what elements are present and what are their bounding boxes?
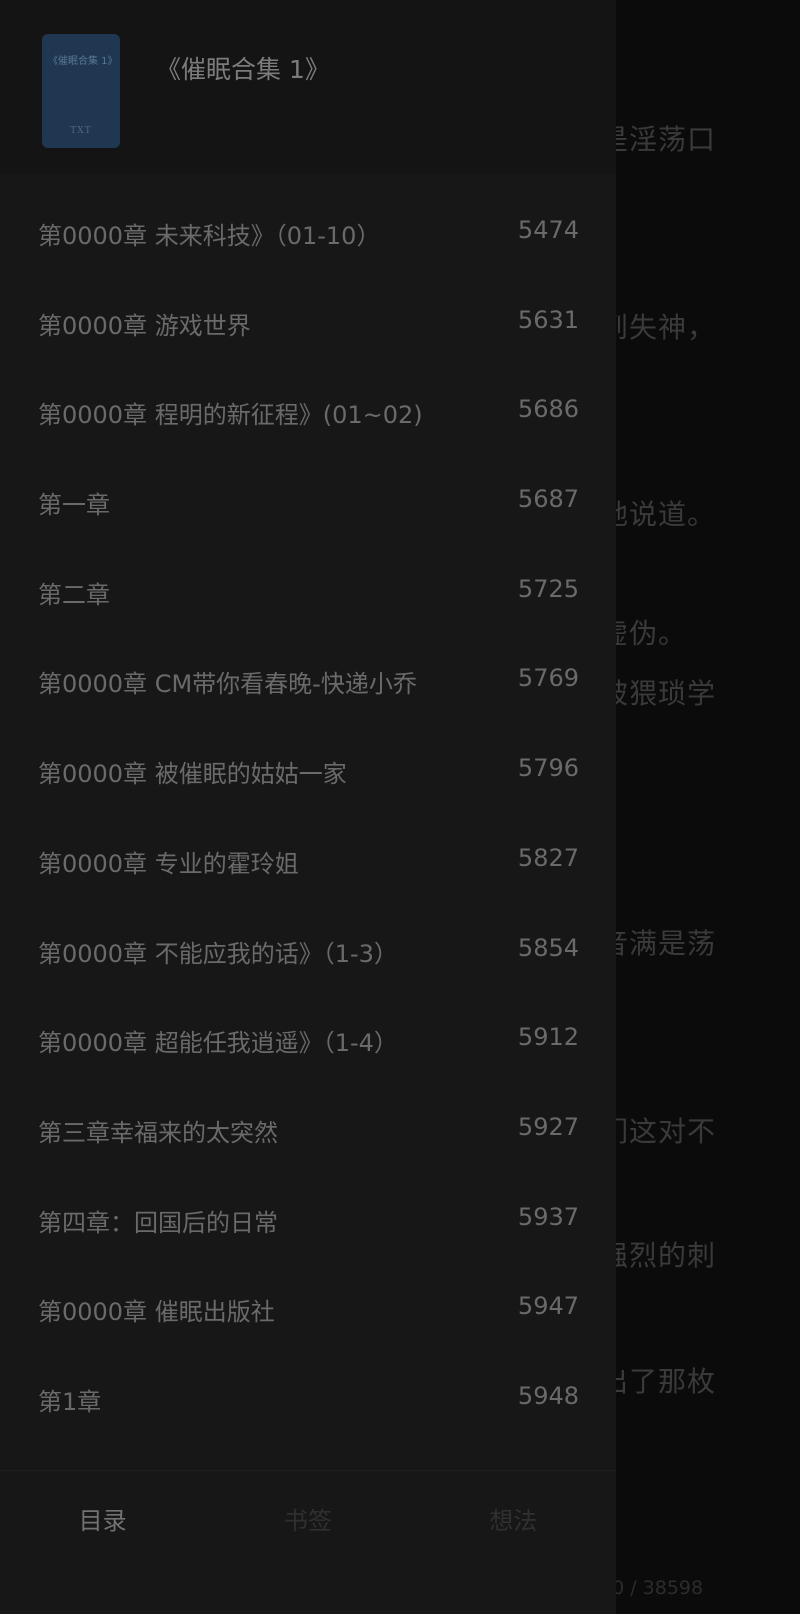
chapter-page-number: 5686 (517, 395, 579, 424)
reader-text-line: 地说道。 (600, 498, 717, 531)
chapter-title: 第二章 (38, 580, 110, 609)
tab-contents[interactable]: 目录 (0, 1471, 205, 1614)
chapter-title: 第一章 (38, 491, 110, 520)
chapter-title: 第1章 (38, 1387, 102, 1416)
chapter-page-number: 5796 (517, 754, 579, 783)
chapter-title: 第0000章 不能应我的话》（1-3） (38, 939, 398, 968)
chapter-title: 第0000章 程明的新征程》(01~02) (38, 401, 423, 430)
chapter-item[interactable]: 第0000章 被催眠的姑姑一家 5796 (0, 729, 616, 819)
chapter-item[interactable]: 第四章：回国后的日常 5937 (0, 1178, 616, 1268)
chapter-page-number: 5937 (517, 1202, 579, 1231)
chapter-page-number: 5769 (517, 664, 579, 693)
book-cover[interactable]: 《催眠合集 1》 TXT (42, 34, 120, 148)
reader-text-line: 出了那枚 (600, 1365, 717, 1398)
chapter-page-number: 5631 (517, 305, 579, 334)
reader-text-line: 是淫荡口 (600, 123, 717, 156)
chapter-page-number: 5474 (517, 216, 579, 244)
chapter-item[interactable]: 第0000章 不能应我的话》（1-3） 5854 (0, 909, 616, 999)
toc-drawer: 《催眠合集 1》 TXT 《催眠合集 1》 第0000章 未来科技》（01-10… (0, 0, 616, 1614)
tab-bookmarks[interactable]: 书签 (205, 1471, 410, 1614)
chapter-title: 第0000章 游戏世界 (38, 311, 251, 340)
book-title: 《催眠合集 1》 (156, 55, 330, 84)
chapter-list: 第0000章 未来科技》（01-10） 5474 第0000章 游戏世界 563… (0, 191, 616, 1447)
chapter-item[interactable]: 第0000章 未来科技》（01-10） 5474 (0, 191, 616, 281)
chapter-title: 第0000章 超能任我逍遥》（1-4） (38, 1029, 398, 1058)
reader-text-line: 音满是荡 (600, 927, 717, 960)
chapter-page-number: 5854 (517, 933, 579, 962)
chapter-item[interactable]: 第1章 5948 (0, 1357, 616, 1447)
chapter-title: 第三章幸福来的太突然 (38, 1118, 278, 1147)
reader-text-line: 们这对不 (600, 1115, 717, 1148)
chapter-title: 第0000章 CM带你看春晚-快递小乔 (38, 670, 417, 699)
drawer-header: 《催眠合集 1》 TXT 《催眠合集 1》 (0, 0, 616, 174)
tab-notes[interactable]: 想法 (411, 1471, 616, 1614)
chapter-page-number: 5827 (517, 843, 579, 872)
chapter-page-number: 5927 (517, 1112, 579, 1141)
chapter-item[interactable]: 第0000章 游戏世界 5631 (0, 281, 616, 371)
cover-title: 《催眠合集 1》 (48, 56, 118, 67)
reader-text-line: 被猥琐学 (600, 677, 717, 710)
chapter-title: 第0000章 催眠出版社 (38, 1298, 275, 1327)
drawer-tab-bar: 目录 书签 想法 (0, 1471, 616, 1614)
chapter-page-number: 5948 (517, 1381, 579, 1410)
chapter-page-number: 5947 (517, 1292, 579, 1321)
cover-format-tag: TXT (70, 126, 92, 136)
reader-screen: 是淫荡口 到失神， 地说道。 虚伪。 被猥琐学 」 音满是荡 们这对不 强烈的刺… (0, 0, 800, 1614)
chapter-item[interactable]: 第0000章 超能任我逍遥》（1-4） 5912 (0, 998, 616, 1088)
chapter-item[interactable]: 第0000章 程明的新征程》(01~02) 5686 (0, 370, 616, 460)
reader-text-line: 到失神， (600, 311, 717, 344)
chapter-title: 第0000章 未来科技》（01-10） (38, 222, 381, 250)
chapter-title: 第四章：回国后的日常 (38, 1208, 278, 1237)
chapter-item[interactable]: 第0000章 专业的霍玲姐 5827 (0, 819, 616, 909)
chapter-item[interactable]: 第0000章 催眠出版社 5947 (0, 1267, 616, 1357)
chapter-page-number: 5912 (517, 1023, 579, 1052)
chapter-item[interactable]: 第0000章 CM带你看春晚-快递小乔 5769 (0, 639, 616, 729)
chapter-item[interactable]: 第二章 5725 (0, 550, 616, 640)
chapter-title: 第0000章 被催眠的姑姑一家 (38, 760, 347, 789)
chapter-page-number: 5687 (517, 485, 579, 514)
chapter-title: 第0000章 专业的霍玲姐 (38, 849, 299, 878)
chapter-item[interactable]: 第三章幸福来的太突然 5927 (0, 1088, 616, 1178)
chapter-page-number: 5725 (517, 574, 579, 603)
chapter-item[interactable]: 第一章 5687 (0, 460, 616, 550)
reader-text-line: 强烈的刺 (600, 1239, 717, 1272)
